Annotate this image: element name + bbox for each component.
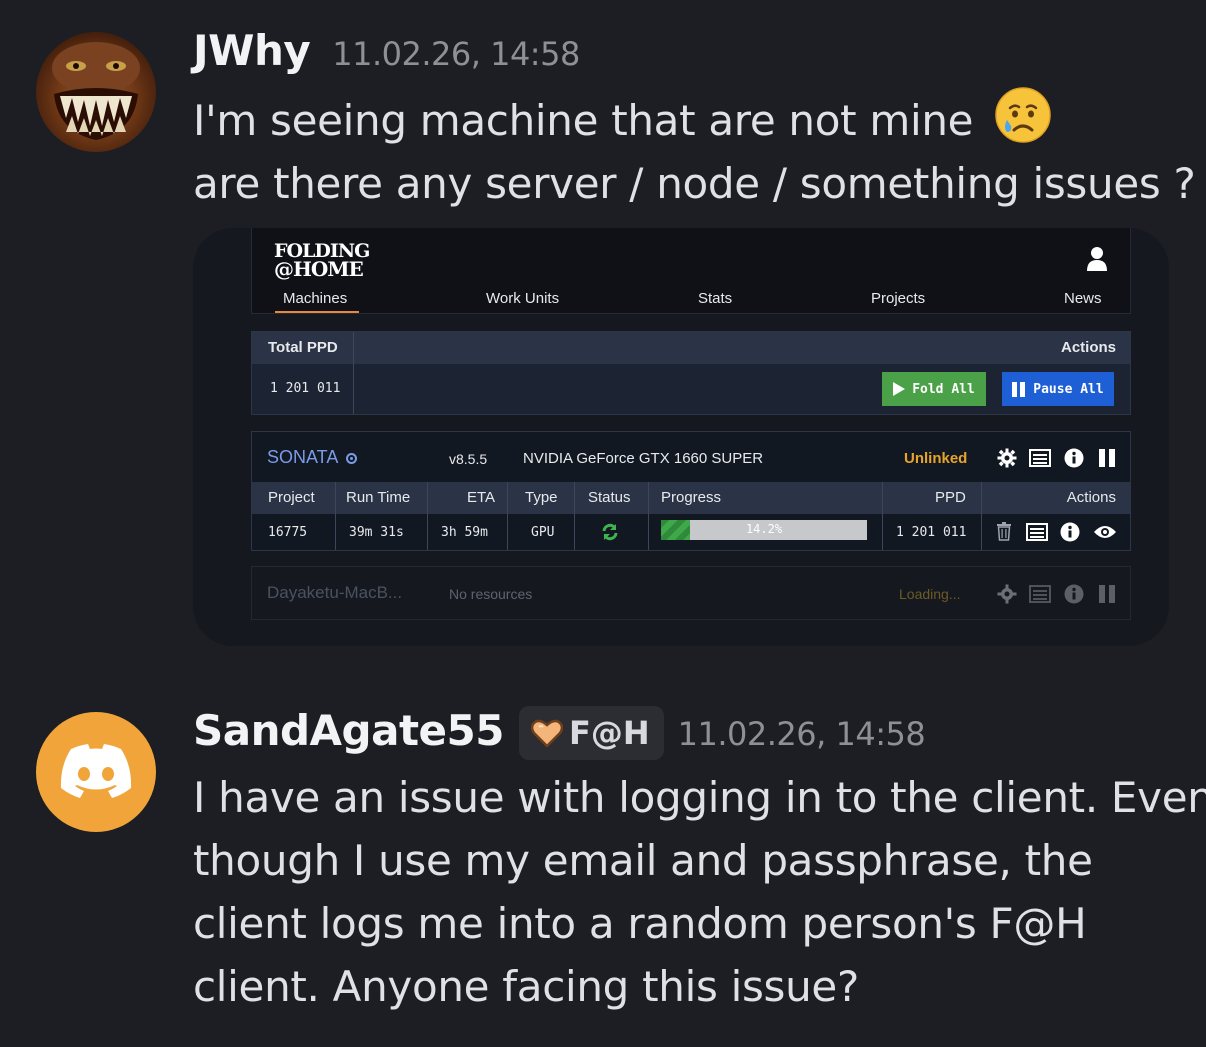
machine-name[interactable]: Dayaketu-MacB... [267, 583, 402, 603]
gear-icon[interactable] [997, 584, 1017, 604]
attached-screenshot[interactable]: FOLDING @HOME Machines Work Units Stats … [193, 228, 1169, 646]
message-header: JWhy 11.02.26, 14:58 [193, 26, 580, 75]
heart-icon [530, 719, 563, 747]
server-tag-label: F@H [568, 714, 650, 752]
fah-topbar: FOLDING @HOME Machines Work Units Stats … [251, 228, 1131, 314]
server-tag[interactable]: F@H [518, 706, 664, 760]
machine-resources: No resources [449, 586, 533, 602]
gear-icon[interactable] [997, 448, 1017, 468]
monster-avatar-icon [52, 42, 140, 140]
total-ppd-label: Total PPD [268, 339, 338, 356]
machine-version: v8.5.5 [449, 451, 488, 467]
fold-all-label: Fold All [912, 381, 975, 397]
crying-face-icon [995, 87, 1051, 143]
message-content: I'm seeing machine that are not mine are… [193, 86, 1196, 215]
machine-status: Unlinked [904, 450, 968, 467]
nav-machines[interactable]: Machines [274, 290, 360, 313]
username[interactable]: JWhy [193, 26, 311, 75]
message-header: SandAgate55 F@H 11.02.26, 14:58 [193, 706, 926, 760]
pause-machine-icon[interactable] [1098, 584, 1116, 604]
log-icon[interactable] [1026, 523, 1048, 541]
machine-status: Loading... [899, 586, 961, 602]
col-eta: ETA [467, 489, 496, 506]
message-text: client. Anyone facing this issue? [193, 962, 859, 1011]
timestamp: 11.02.26, 14:58 [677, 715, 926, 753]
nav-stats[interactable]: Stats [698, 290, 732, 307]
pause-icon [1012, 381, 1018, 397]
play-icon [893, 382, 906, 396]
wu-type: GPU [531, 525, 555, 540]
total-ppd-value: 1 201 011 [270, 381, 341, 396]
machine-gpu: NVIDIA GeForce GTX 1660 SUPER [523, 450, 764, 467]
fold-all-button[interactable]: Fold All [882, 372, 986, 406]
pause-all-label: Pause All [1033, 381, 1104, 397]
pause-machine-icon[interactable] [1098, 448, 1116, 468]
progress-bar: 14.2% [661, 520, 867, 540]
info-icon[interactable] [1064, 584, 1084, 604]
total-header [252, 332, 1130, 364]
message-content: I have an issue with logging in to the c… [193, 766, 1206, 1018]
avatar-jwhy[interactable] [36, 32, 156, 152]
col-ppd: PPD [935, 489, 966, 506]
col-type: Type [525, 489, 558, 506]
progress-label: 14.2% [745, 522, 783, 536]
trash-icon[interactable] [996, 522, 1012, 541]
machine-panel-dayaketu: Dayaketu-MacB... No resources Loading... [251, 566, 1131, 620]
message-text: are there any server / node / something … [193, 159, 1196, 208]
message-line: I'm seeing machine that are not mine [193, 86, 1183, 152]
log-icon[interactable] [1029, 585, 1051, 603]
discord-logo-icon [60, 744, 132, 798]
col-progress: Progress [661, 489, 722, 506]
wu-run-time: 39m 31s [349, 525, 404, 540]
fah-client: FOLDING @HOME Machines Work Units Stats … [251, 228, 1133, 646]
col-project: Project [268, 489, 315, 506]
eye-icon[interactable] [1093, 524, 1117, 540]
col-actions: Actions [1066, 489, 1116, 506]
message-text: though I use my email and passphrase, th… [193, 836, 1093, 885]
message-text: client logs me into a random person's F@… [193, 899, 1087, 948]
actions-label: Actions [1060, 339, 1116, 356]
total-panel: Total PPD Actions 1 201 011 Fold All Pau… [251, 331, 1131, 415]
user-icon[interactable] [1086, 246, 1108, 272]
username[interactable]: SandAgate55 [193, 706, 504, 755]
pause-all-button[interactable]: Pause All [1002, 372, 1114, 406]
target-icon [346, 453, 358, 464]
log-icon[interactable] [1029, 449, 1051, 467]
timestamp: 11.02.26, 14:58 [332, 35, 580, 73]
wu-eta: 3h 59m [441, 525, 488, 540]
machine-panel-sonata: SONATA v8.5.5 NVIDIA GeForce GTX 1660 SU… [251, 431, 1131, 551]
message-text: I have an issue with logging in to the c… [193, 773, 1206, 822]
machine-name[interactable]: SONATA [267, 447, 358, 468]
col-status: Status [588, 489, 631, 506]
fah-logo: FOLDING @HOME [274, 240, 370, 281]
nav-news[interactable]: News [1064, 290, 1102, 307]
avatar-sandagate55[interactable] [36, 712, 156, 832]
wu-project: 16775 [268, 525, 308, 540]
nav-projects[interactable]: Projects [871, 290, 925, 307]
nav-work-units[interactable]: Work Units [486, 290, 559, 307]
info-icon[interactable] [1060, 522, 1080, 542]
refresh-icon [602, 523, 618, 541]
wu-ppd: 1 201 011 [896, 525, 967, 540]
col-run-time: Run Time [346, 489, 411, 506]
message-text: I'm seeing machine that are not mine [193, 96, 974, 145]
info-icon[interactable] [1064, 448, 1084, 468]
